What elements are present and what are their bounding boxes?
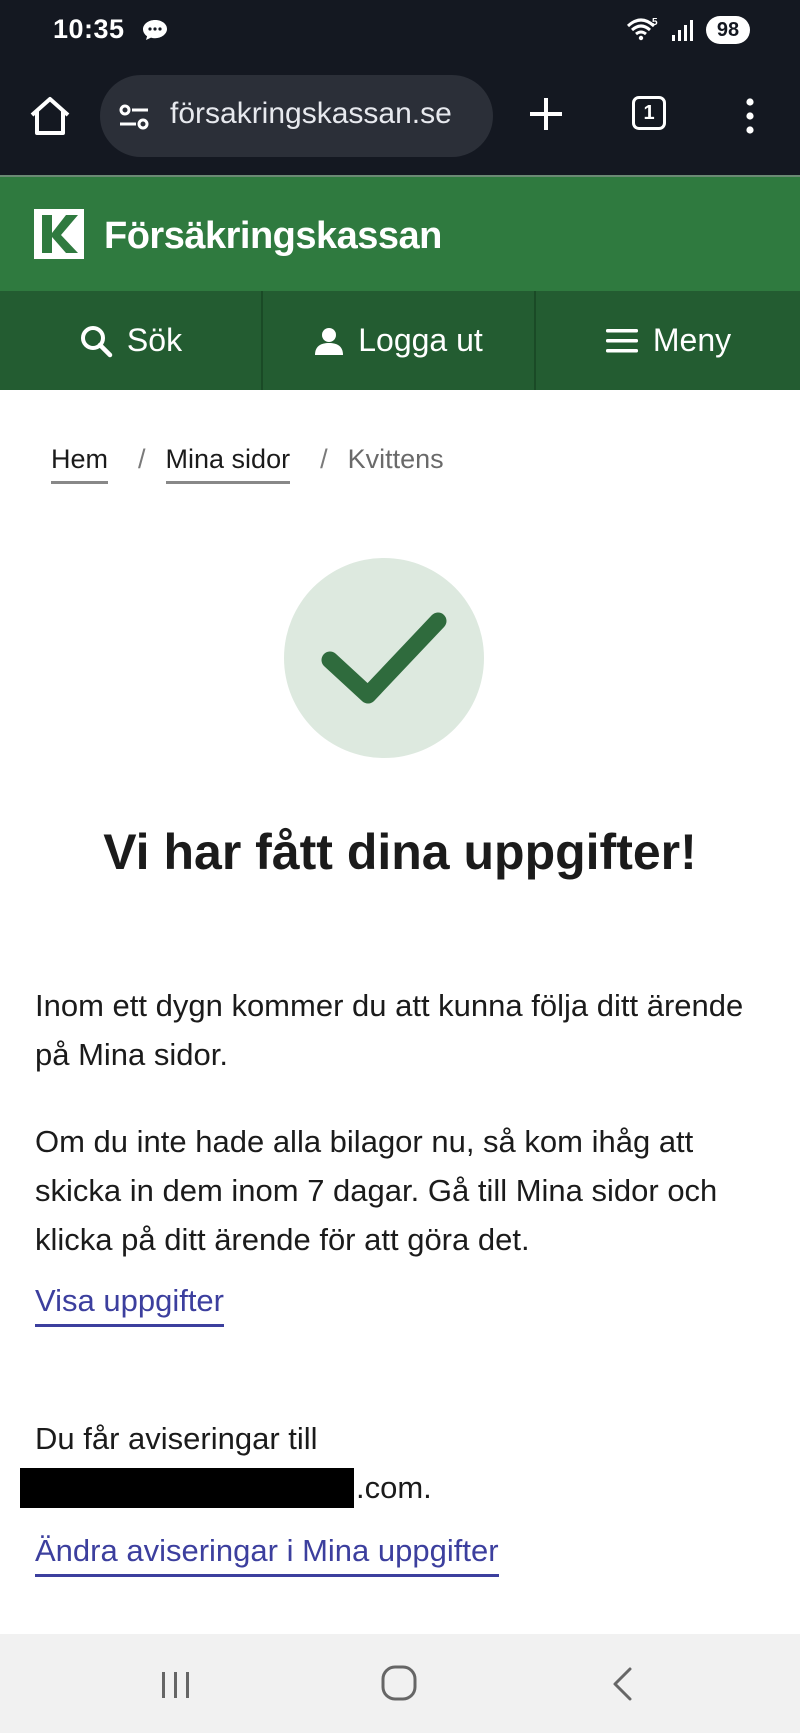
android-navigation-bar (0, 1634, 800, 1733)
breadcrumb: Hem / Mina sidor / Kvittens (51, 444, 444, 484)
site-logo-text[interactable]: Försäkringskassan (104, 215, 442, 258)
status-time: 10:35 (53, 14, 125, 44)
show-details-link[interactable]: Visa uppgifter (35, 1282, 224, 1327)
breadcrumb-separator: / (320, 444, 328, 474)
site-header: Försäkringskassan (0, 177, 800, 291)
hamburger-menu-icon (605, 328, 638, 352)
status-bar: 10:35 5 98 (0, 0, 800, 64)
home-icon[interactable] (28, 94, 72, 138)
tab-switcher-button[interactable]: 1 (632, 96, 666, 130)
back-icon[interactable] (610, 1666, 634, 1702)
search-icon (80, 325, 113, 357)
menu-button[interactable]: Meny (536, 291, 800, 390)
site-nav: Sök Logga ut Meny (0, 291, 800, 390)
email-suffix: .com. (356, 1470, 432, 1505)
signal-icon (672, 20, 693, 41)
fk-logo-icon[interactable] (34, 209, 84, 259)
page-title: Vi har fått dina uppgifter! (103, 824, 697, 880)
user-icon (315, 327, 344, 355)
svg-text:5: 5 (652, 17, 658, 28)
success-badge (284, 558, 484, 758)
search-label: Sök (126, 322, 183, 358)
breadcrumb-mina-sidor[interactable]: Mina sidor (165, 444, 291, 484)
search-button[interactable]: Sök (0, 291, 263, 390)
info-paragraph-1: Inom ett dygn kommer du att kunna följa … (35, 988, 744, 1072)
logout-button[interactable]: Logga ut (263, 291, 536, 390)
site-settings-icon[interactable] (118, 103, 150, 131)
recent-apps-icon[interactable] (158, 1670, 194, 1700)
address-bar[interactable]: försakringskassan.se (100, 75, 493, 157)
battery-indicator: 98 (706, 16, 750, 44)
redacted-email (20, 1468, 354, 1508)
menu-label: Meny (652, 322, 732, 358)
new-tab-icon[interactable] (524, 92, 568, 136)
url-text[interactable]: försakringskassan.se (170, 97, 452, 131)
browser-toolbar: försakringskassan.se 1 (0, 64, 800, 177)
logout-label: Logga ut (358, 322, 483, 358)
breadcrumb-home[interactable]: Hem (51, 444, 109, 484)
info-paragraph-2: Om du inte hade alla bilagor nu, så kom … (35, 1124, 718, 1257)
breadcrumb-current: Kvittens (347, 444, 444, 474)
breadcrumb-separator: / (138, 444, 146, 474)
change-notifications-link[interactable]: Ändra aviseringar i Mina uppgifter (35, 1532, 499, 1577)
wifi-icon: 5 (626, 17, 658, 41)
more-options-icon[interactable] (740, 94, 760, 138)
home-button-icon[interactable] (381, 1665, 417, 1701)
checkmark-icon (321, 612, 447, 704)
status-icons: 5 98 (626, 16, 750, 44)
message-notification-icon (143, 20, 167, 40)
notification-text: Du får aviseringar till (35, 1421, 318, 1456)
